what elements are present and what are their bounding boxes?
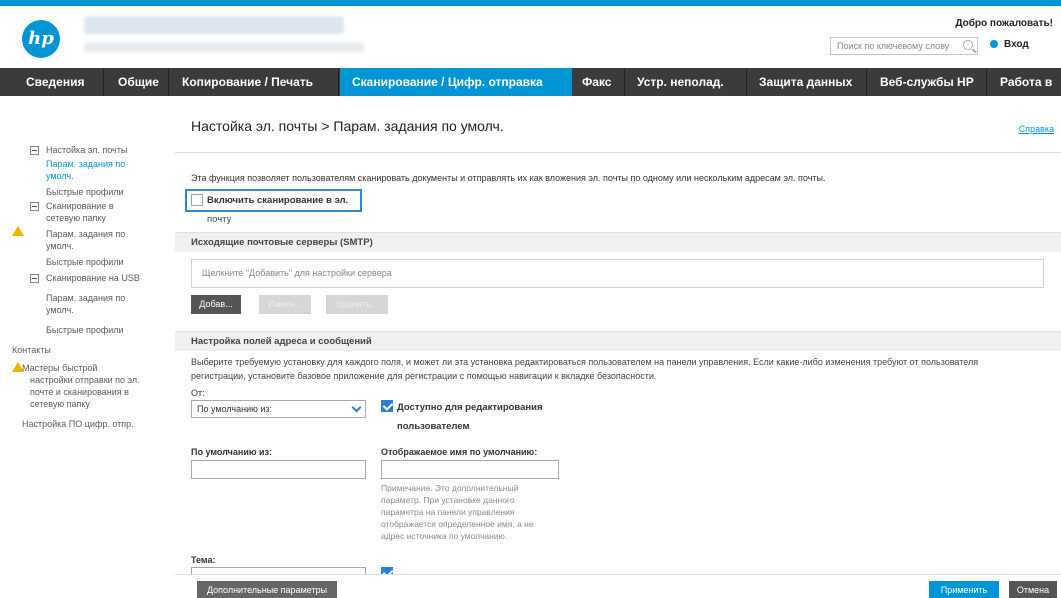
default-from-input[interactable] <box>191 460 366 479</box>
default-from-label: По умолчанию из: <box>191 447 273 457</box>
enable-scan-to-email-checkbox[interactable] <box>191 194 203 206</box>
sidebar-item-default-job-options[interactable]: Парам. задания по <box>46 158 125 170</box>
login-label: Вход <box>1004 39 1029 50</box>
collapse-icon[interactable] <box>30 146 39 155</box>
sidebar-item-default-job-options-3-cont[interactable]: умолч. <box>46 304 74 316</box>
search-icon[interactable] <box>963 40 973 50</box>
address-note-line-2: регистрации, установите базовое приложен… <box>191 371 657 381</box>
display-note-line: адрес источника по умолчанию. <box>381 531 508 541</box>
login-link[interactable]: Вход <box>990 39 1029 50</box>
tab-scan-digital-send[interactable]: Сканирование / Цифр. отправка <box>340 68 572 96</box>
login-icon <box>990 40 998 48</box>
tab-hp-web-services[interactable]: Веб-службы HP <box>874 68 980 96</box>
tab-networking[interactable]: Работа в <box>994 68 1058 96</box>
sidebar-item-quick-sets[interactable]: Быстрые профили <box>46 186 124 198</box>
chevron-down-icon <box>351 402 362 413</box>
main-nav: Сведения Общие Копирование / Печать Скан… <box>0 68 1061 96</box>
sidebar-item-scan-usb[interactable]: Сканирование на USB <box>46 272 140 284</box>
tab-copy-print[interactable]: Копирование / Печать <box>176 68 319 96</box>
from-select-value: По умолчанию из: <box>197 404 273 414</box>
sidebar-item-default-job-options-2-cont[interactable]: умолч. <box>46 240 74 252</box>
collapse-icon[interactable] <box>30 274 39 283</box>
sidebar-item-default-job-options-2[interactable]: Парам. задания по <box>46 228 125 240</box>
user-editable-label: Доступно для редактирования <box>397 402 543 413</box>
sidebar-item-default-job-options-3[interactable]: Парам. задания по <box>46 292 125 304</box>
user-editable-checkbox[interactable] <box>381 400 393 412</box>
tab-troubleshooting[interactable]: Устр. неполад. <box>631 68 730 96</box>
smtp-placeholder: Щелкните "Добавить" для настройки сервер… <box>202 268 392 278</box>
enable-scan-to-email-label: Включить сканирование в эл. <box>207 195 349 206</box>
header: hp Добро пожаловать! Поиск по ключевому … <box>0 6 1061 68</box>
display-name-label: Отображаемое имя по умолчанию: <box>381 447 538 457</box>
sidebar-item-quick-sets-3[interactable]: Быстрые профили <box>46 324 124 336</box>
sidebar-item-default-job-options-cont[interactable]: умолч. <box>46 170 74 182</box>
collapse-icon[interactable] <box>30 202 39 211</box>
address-section-header: Настройка полей адреса и сообщений <box>175 331 1061 351</box>
printer-address-blurred <box>84 42 364 52</box>
edit-server-button[interactable]: Измен... <box>259 295 311 314</box>
tab-information[interactable]: Сведения <box>20 68 90 96</box>
sidebar-item-digital-sending-software[interactable]: Настройка ПО цифр. отпр. <box>22 418 134 430</box>
smtp-section-title: Исходящие почтовые серверы (SMTP) <box>191 237 373 248</box>
sidebar-item-contacts[interactable]: Контакты <box>12 344 51 356</box>
page-title: Настойка эл. почты > Парам. задания по у… <box>191 118 504 134</box>
nav-divider <box>103 68 104 96</box>
feature-description: Эта функция позволяет пользователям скан… <box>191 173 826 183</box>
display-name-input[interactable] <box>381 460 559 479</box>
warning-icon <box>12 226 24 236</box>
tab-fax[interactable]: Факс <box>576 68 617 96</box>
nav-divider <box>338 68 339 96</box>
smtp-server-list[interactable]: Щелкните "Добавить" для настройки сервер… <box>191 259 1044 288</box>
nav-divider <box>866 68 867 96</box>
search-input[interactable]: Поиск по ключевому слову <box>830 37 978 55</box>
display-note-line: Примечание. Это дополнительный <box>381 483 519 493</box>
display-note-line: параметра на панели управления <box>381 507 515 517</box>
cancel-button[interactable]: Отмена <box>1009 581 1057 598</box>
help-link[interactable]: Справка <box>1019 124 1054 134</box>
welcome-text: Добро пожаловать! <box>955 18 1053 29</box>
user-editable-label-cont: пользователем <box>397 421 470 432</box>
sidebar-item-quick-setup-wizards[interactable]: Мастеры быстрой <box>22 362 97 374</box>
display-note-line: отображается определенное имя, а не <box>381 519 534 529</box>
sidebar-item-email-setup[interactable]: Настойка эл. почты <box>46 144 127 156</box>
sidebar-item-quick-setup-wizards-cont[interactable]: почте и сканирования в <box>30 386 129 398</box>
address-section-title: Настройка полей адреса и сообщений <box>191 336 372 347</box>
footer-bar: Дополнительные параметры Применить Отмен… <box>175 574 1061 598</box>
advanced-settings-button[interactable]: Дополнительные параметры <box>197 581 337 598</box>
from-select[interactable]: По умолчанию из: <box>191 400 366 418</box>
sidebar-item-quick-setup-wizards-cont[interactable]: сетевую папку <box>30 398 90 410</box>
display-note-line: параметр. При установке данного <box>381 495 515 505</box>
add-server-button[interactable]: Добав... <box>191 295 241 314</box>
printer-name-blurred <box>84 16 344 34</box>
hp-logo: hp <box>22 20 60 58</box>
remove-server-button[interactable]: Удалить... <box>326 295 388 314</box>
nav-divider <box>168 68 169 96</box>
sidebar: Настойка эл. почты Парам. задания по умо… <box>0 96 170 598</box>
smtp-section-header: Исходящие почтовые серверы (SMTP) <box>175 232 1061 252</box>
tab-security[interactable]: Защита данных <box>753 68 858 96</box>
nav-divider <box>986 68 987 96</box>
nav-divider <box>624 68 625 96</box>
subject-label: Тема: <box>191 555 216 565</box>
from-label: От: <box>191 388 205 398</box>
sidebar-item-scan-network-folder[interactable]: Сканирование в <box>46 200 114 212</box>
apply-button[interactable]: Применить <box>929 581 999 598</box>
sidebar-item-quick-setup-wizards-cont[interactable]: настройки отправки по эл. <box>30 374 140 386</box>
sidebar-item-quick-sets-2[interactable]: Быстрые профили <box>46 256 124 268</box>
search-placeholder: Поиск по ключевому слову <box>837 41 950 51</box>
nav-divider <box>746 68 747 96</box>
sidebar-item-scan-network-folder-cont[interactable]: сетевую папку <box>46 212 106 224</box>
address-note-line-1: Выберите требуемую установку для каждого… <box>191 357 979 367</box>
divider <box>175 152 1061 153</box>
enable-scan-to-email-label-cont: почту <box>207 214 232 225</box>
tab-general[interactable]: Общие <box>112 68 165 96</box>
